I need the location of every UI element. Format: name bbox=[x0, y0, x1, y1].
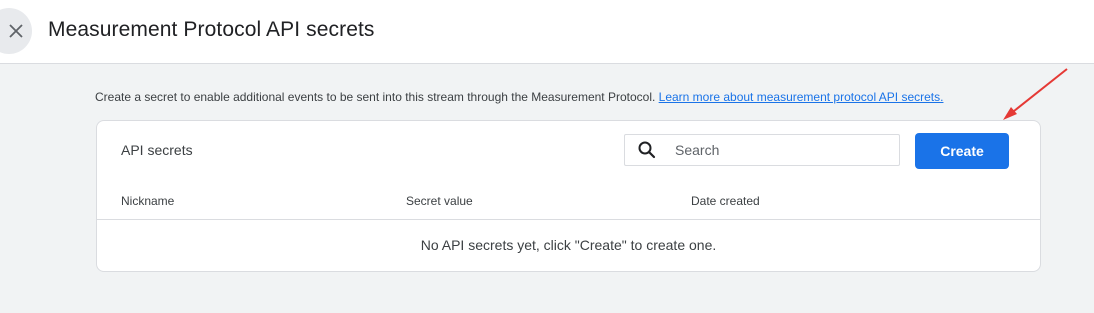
empty-state-message: No API secrets yet, click "Create" to cr… bbox=[420, 237, 717, 253]
api-secrets-card: API secrets Create Nickname Secret value… bbox=[96, 120, 1041, 272]
header: Measurement Protocol API secrets bbox=[0, 0, 1094, 64]
search-icon bbox=[638, 141, 656, 159]
page-title: Measurement Protocol API secrets bbox=[48, 18, 375, 41]
column-header-nickname: Nickname bbox=[121, 194, 175, 208]
close-icon bbox=[9, 24, 23, 38]
card-title: API secrets bbox=[121, 142, 193, 158]
table-divider bbox=[97, 219, 1040, 220]
column-header-date-created: Date created bbox=[691, 194, 760, 208]
column-header-secret-value: Secret value bbox=[406, 194, 473, 208]
search-input[interactable] bbox=[675, 139, 885, 161]
search-box[interactable] bbox=[624, 134, 900, 166]
description-text: Create a secret to enable additional eve… bbox=[95, 90, 659, 104]
create-button[interactable]: Create bbox=[915, 133, 1009, 169]
annotation-arrow-icon bbox=[1003, 68, 1068, 120]
learn-more-link[interactable]: Learn more about measurement protocol AP… bbox=[659, 90, 944, 104]
close-button[interactable] bbox=[0, 8, 32, 54]
description: Create a secret to enable additional eve… bbox=[95, 90, 943, 104]
